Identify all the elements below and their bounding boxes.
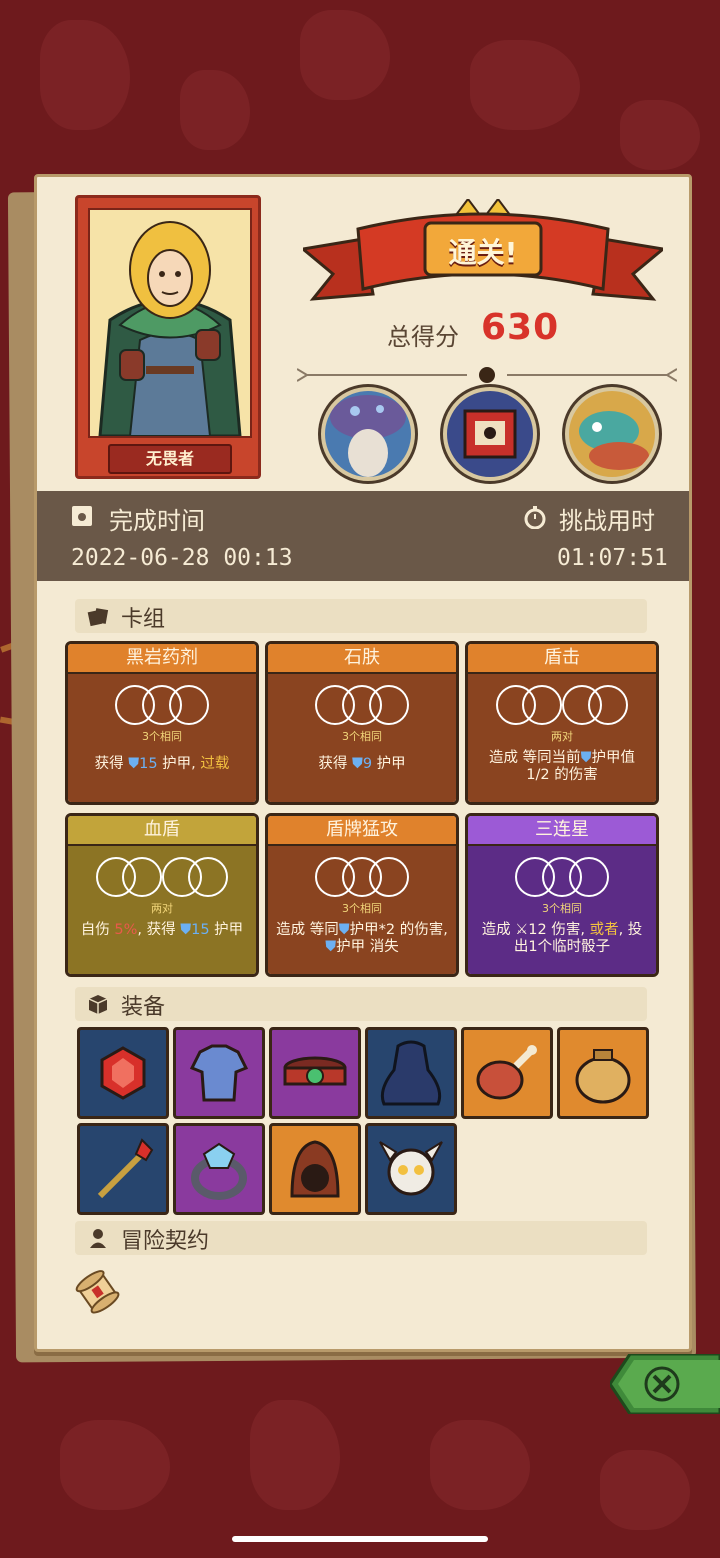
card-title: 血盾 — [68, 816, 256, 846]
bg-shape — [430, 1420, 530, 1510]
victory-banner: 通关! — [299, 197, 667, 319]
bg-shape — [300, 10, 390, 100]
deck-card[interactable]: 盾牌猛攻 3个相同 造成 等同⛊护甲*2 的伤害, ⛊护甲 消失 — [265, 813, 459, 977]
finish-time-label: 完成时间 — [109, 507, 205, 535]
section-deck: 卡组 — [75, 599, 647, 633]
diamond-ring-icon[interactable] — [173, 1123, 265, 1215]
score-label: 总得分 — [387, 323, 459, 351]
skull-helmet-icon[interactable] — [365, 1123, 457, 1215]
section-equipment: 装备 — [75, 987, 647, 1021]
section-contract-title: 冒险契约 — [121, 1229, 210, 1254]
card-title: 黑岩药剂 — [68, 644, 256, 674]
calendar-icon — [72, 506, 92, 526]
bg-shape — [600, 1450, 690, 1530]
ruby-gem-icon[interactable] — [77, 1027, 169, 1119]
card-condition: 两对 — [551, 730, 573, 743]
coin-sack-icon[interactable] — [557, 1027, 649, 1119]
dice-slots — [515, 857, 609, 897]
deck-card[interactable]: 石肤 3个相同 获得 ⛊9 护甲 — [265, 641, 459, 805]
bg-shape — [40, 20, 130, 130]
bg-shape — [180, 70, 250, 150]
dice-slots — [315, 685, 409, 725]
card-description: 自伤 5%, 获得 ⛊15 护甲 — [80, 922, 244, 938]
section-contract: 冒险契约 — [75, 1221, 647, 1255]
hero-name: 无畏者 — [108, 444, 232, 474]
brown-hood-icon[interactable] — [269, 1123, 361, 1215]
bg-shape — [250, 1400, 340, 1510]
finish-time-value: 2022-06-28 00:13 — [71, 545, 293, 571]
home-indicator[interactable] — [232, 1536, 488, 1542]
card-description: 造成 等同⛊护甲*2 的伤害, ⛊护甲 消失 — [276, 922, 448, 955]
hero-illustration — [98, 221, 242, 436]
dice-slots — [115, 685, 209, 725]
ornament-divider — [297, 367, 677, 383]
section-deck-title: 卡组 — [121, 607, 166, 632]
challenge-time-value: 01:07:51 — [557, 545, 668, 571]
ham-leg-icon[interactable] — [461, 1027, 553, 1119]
dice-slots — [496, 685, 628, 725]
card-condition: 两对 — [151, 902, 173, 915]
bg-shape — [470, 40, 580, 130]
boss-fish-portrait — [565, 387, 659, 481]
dark-cloak-icon[interactable] — [365, 1027, 457, 1119]
stopwatch-icon — [524, 506, 546, 529]
red-belt-icon[interactable] — [269, 1027, 361, 1119]
hero-portrait-card: 无畏者 — [75, 195, 261, 479]
person-icon — [90, 1229, 106, 1248]
card-title: 石肤 — [268, 644, 456, 674]
banner-title: 通关! — [448, 236, 518, 269]
card-description: 造成 等同当前⛊护甲值 1/2 的伤害 — [489, 750, 635, 783]
boss-robot-portrait — [443, 387, 537, 481]
challenge-time-label: 挑战用时 — [559, 507, 655, 535]
boss-mushroom-portrait — [321, 387, 415, 481]
deck-card[interactable]: 三连星 3个相同 造成 ⚔12 伤害, 或者, 投出1个临时骰子 — [465, 813, 659, 977]
card-description: 获得 ⛊9 护甲 — [318, 756, 406, 772]
hero-portrait — [88, 208, 252, 438]
cards-icon — [87, 608, 109, 627]
deck-card[interactable]: 盾击 两对 造成 等同当前⛊护甲值 1/2 的伤害 — [465, 641, 659, 805]
card-condition: 3个相同 — [342, 902, 382, 915]
blue-tunic-icon[interactable] — [173, 1027, 265, 1119]
card-condition: 3个相同 — [542, 902, 582, 915]
deck-card[interactable]: 血盾 两对 自伤 5%, 获得 ⛊15 护甲 — [65, 813, 259, 977]
card-title: 三连星 — [468, 816, 656, 846]
dice-slots — [96, 857, 228, 897]
contract-scroll-icon[interactable] — [69, 1263, 125, 1319]
box-icon — [88, 995, 108, 1014]
score-value: 630 — [481, 307, 560, 348]
card-title: 盾击 — [468, 644, 656, 674]
card-description: 获得 ⛊15 护甲, 过载 — [94, 756, 230, 772]
card-condition: 3个相同 — [342, 730, 382, 743]
section-equipment-title: 装备 — [121, 995, 166, 1020]
bg-shape — [60, 1420, 170, 1510]
close-button[interactable] — [610, 1354, 720, 1414]
bg-shape — [620, 100, 700, 170]
time-info-bar: 完成时间 2022-06-28 00:13 挑战用时 01:07:51 — [37, 491, 689, 581]
card-condition: 3个相同 — [142, 730, 182, 743]
card-description: 造成 ⚔12 伤害, 或者, 投出1个临时骰子 — [481, 922, 643, 955]
ruby-scepter-icon[interactable] — [77, 1123, 169, 1215]
result-panel: 无畏者 通关! 总得分 630 完成时间 2022-06-28 00:13 挑战… — [34, 174, 692, 1352]
dice-slots — [315, 857, 409, 897]
card-title: 盾牌猛攻 — [268, 816, 456, 846]
deck-card[interactable]: 黑岩药剂 3个相同 获得 ⛊15 护甲, 过载 — [65, 641, 259, 805]
